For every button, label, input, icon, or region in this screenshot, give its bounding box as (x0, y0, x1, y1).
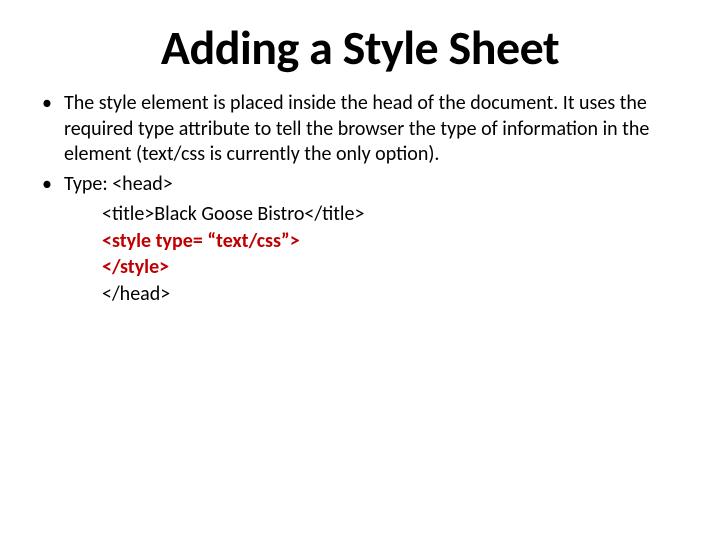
page-title: Adding a Style Sheet (28, 18, 692, 77)
code-block: <title>Black Goose Bistro</title> <style… (102, 201, 692, 307)
bullet-item: The style element is placed inside the h… (36, 91, 692, 168)
code-line: </head> (102, 281, 692, 307)
code-line-emphasis: </style> (102, 254, 692, 280)
code-line-emphasis: <style type= “text/css”> (102, 228, 692, 254)
bullet-item: Type: <head> (36, 172, 692, 198)
bullet-list: The style element is placed inside the h… (28, 91, 692, 197)
code-line: <title>Black Goose Bistro</title> (102, 201, 692, 227)
slide: Adding a Style Sheet The style element i… (0, 0, 720, 540)
